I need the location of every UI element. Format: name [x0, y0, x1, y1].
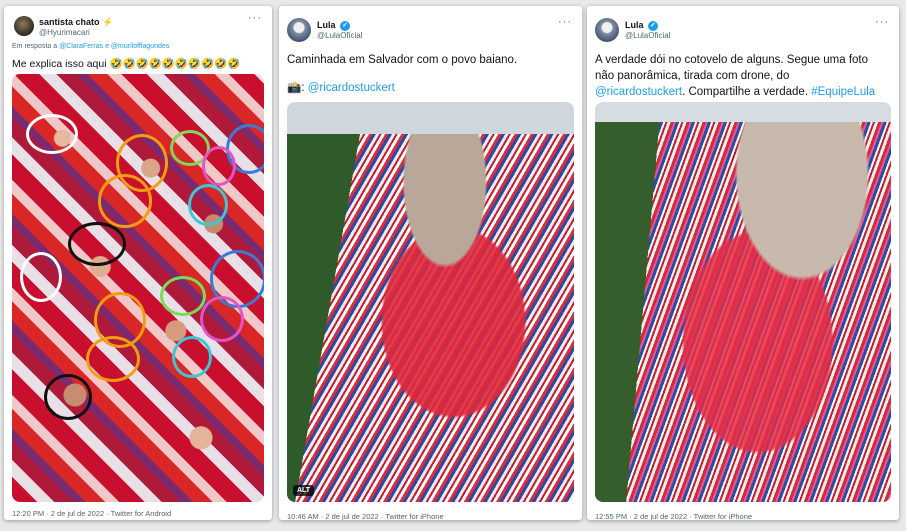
verified-badge-icon: ✓: [340, 20, 351, 31]
user-handle[interactable]: @Hyurimacari: [39, 28, 90, 37]
user-handle[interactable]: @LulaOficial: [317, 31, 362, 40]
more-options-icon[interactable]: ···: [248, 12, 262, 24]
tweet-timestamp[interactable]: 10:46 AM · 2 de jul de 2022 · Twitter fo…: [287, 512, 444, 520]
avatar[interactable]: [14, 16, 34, 36]
highlight-circle-black: [68, 222, 126, 266]
mention-link[interactable]: @ricardostuckert: [595, 86, 682, 98]
highlight-circle-black: [44, 374, 92, 420]
highlight-circle-white: [26, 114, 78, 154]
display-name[interactable]: Lula ✓: [317, 20, 351, 31]
more-options-icon[interactable]: ···: [875, 16, 889, 28]
mention-link[interactable]: @ricardostuckert: [308, 82, 395, 94]
tweet-timestamp[interactable]: 12:20 PM · 2 de jul de 2022 · Twitter fo…: [12, 509, 171, 518]
avatar[interactable]: [595, 18, 619, 42]
hashtag-link[interactable]: #EquipeLula: [811, 86, 875, 98]
user-handle[interactable]: @LulaOficial: [625, 31, 670, 40]
highlight-circle-green: [160, 276, 206, 316]
display-name[interactable]: santista chato ⚡: [39, 17, 113, 28]
tweet-card-2: Lula ✓ @LulaOficial ··· Caminhada em Sal…: [279, 6, 582, 520]
laughing-emoji-row: 🤣🤣🤣🤣🤣🤣🤣🤣🤣🤣: [109, 58, 241, 70]
highlight-circle-pink: [202, 146, 236, 186]
avatar[interactable]: [287, 18, 311, 42]
reply-to-users-link[interactable]: @ClaraFerras e @murilofflagundes: [59, 43, 169, 50]
display-name[interactable]: Lula ✓: [625, 20, 659, 31]
highlight-circle-orange: [98, 174, 152, 228]
tweet-text: A verdade dói no cotovelo de alguns. Seg…: [595, 54, 876, 98]
highlight-circle-orange: [86, 336, 140, 382]
camera-icon: 📸: [287, 82, 302, 94]
more-options-icon[interactable]: ···: [558, 16, 572, 28]
highlight-circle-cyan: [188, 184, 228, 226]
alt-text-badge[interactable]: ALT: [293, 485, 315, 496]
highlight-circle-white: [20, 252, 62, 302]
verified-badge-icon: ✓: [648, 20, 659, 31]
reply-to-line: Em resposta a @ClaraFerras e @muriloffla…: [12, 43, 170, 50]
tweet-photo-drone-crowd[interactable]: [595, 102, 891, 502]
tweet-timestamp[interactable]: 12:55 PM · 2 de jul de 2022 · Twitter fo…: [595, 512, 752, 520]
tweet-card-3: Lula ✓ @LulaOficial ··· A verdade dói no…: [587, 6, 899, 520]
lightning-icon: ⚡: [102, 17, 114, 27]
tweet-text: Me explica isso aqui 🤣🤣🤣🤣🤣🤣🤣🤣🤣🤣: [12, 58, 241, 70]
tweet-text: Caminhada em Salvador com o povo baiano.…: [287, 54, 518, 94]
tweet-card-1: santista chato ⚡ @Hyurimacari ··· Em res…: [4, 6, 272, 520]
highlight-circle-pink: [200, 296, 244, 342]
tweet-photo-street-crowd[interactable]: ALT: [287, 102, 574, 502]
tweet-photo-crowd-closeup[interactable]: [12, 74, 264, 502]
highlight-circle-cyan: [172, 336, 212, 378]
